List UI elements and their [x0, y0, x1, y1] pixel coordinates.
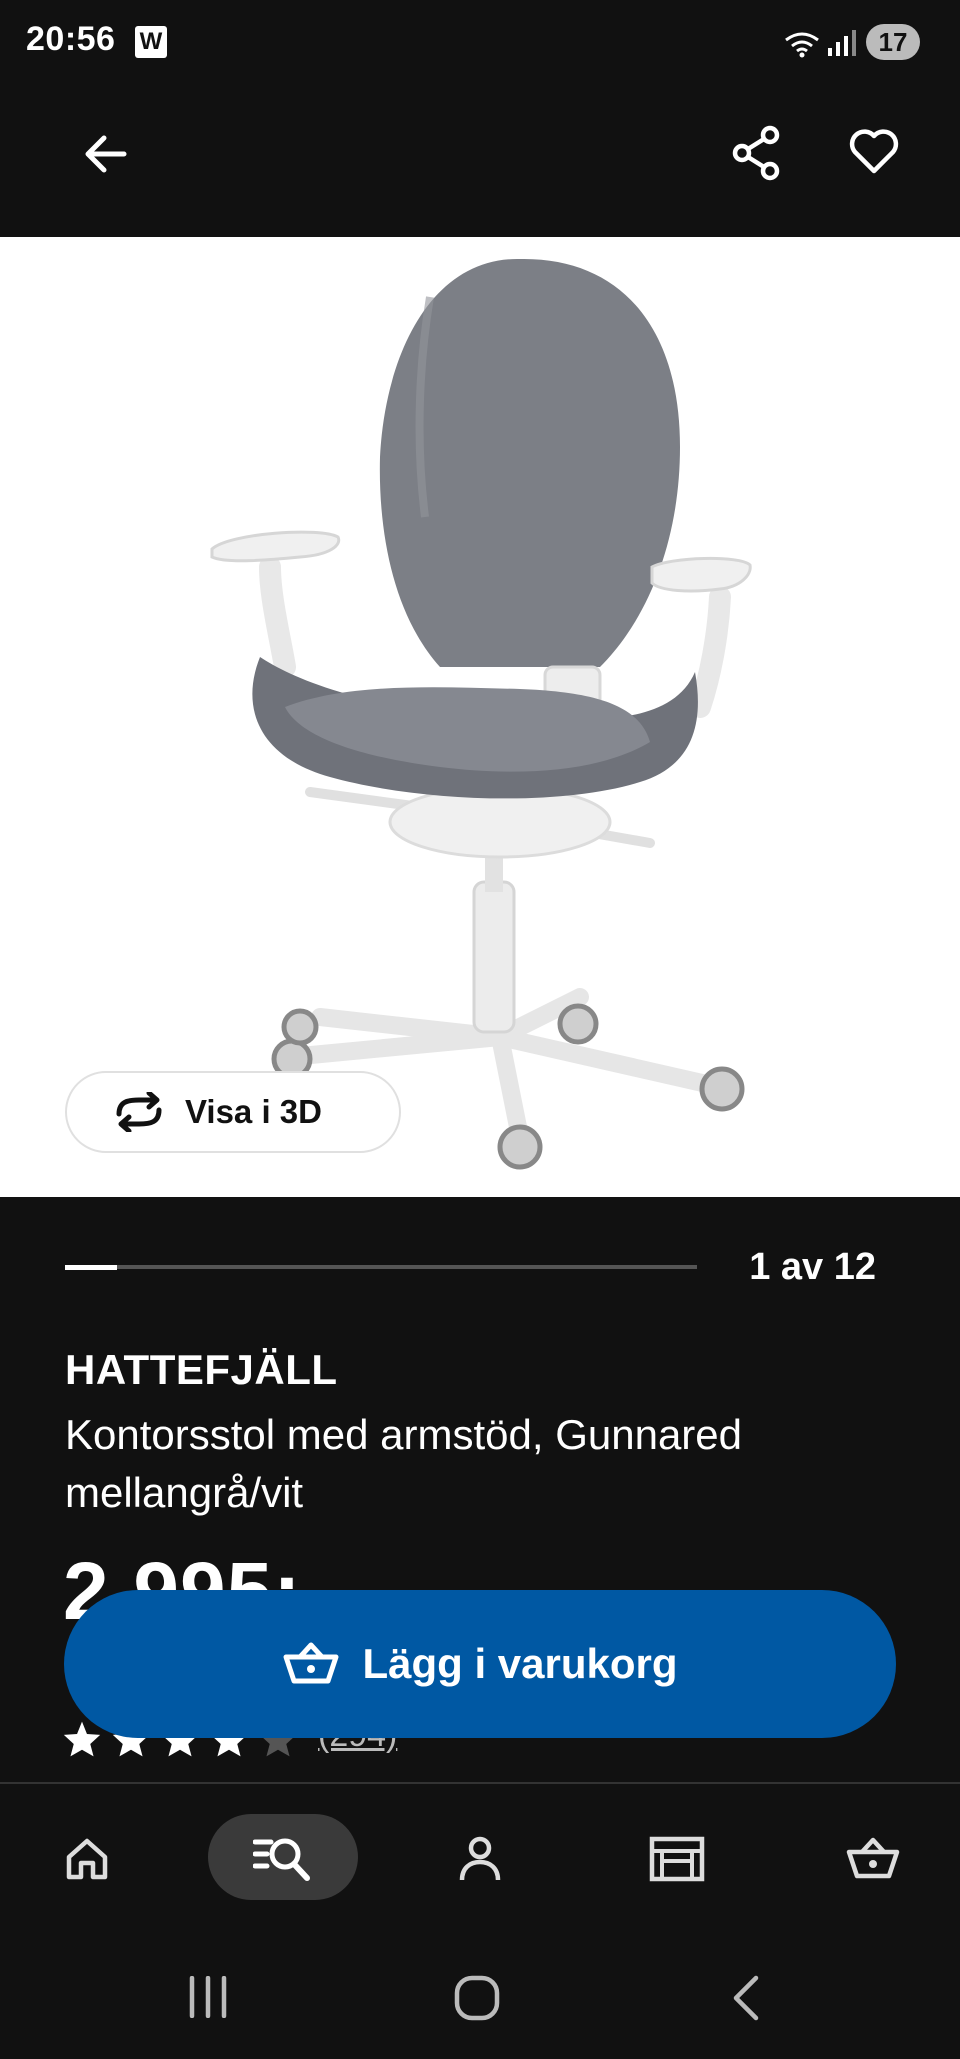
- product-description: Kontorsstol med armstöd, Gunnared mellan…: [65, 1411, 743, 1516]
- add-to-cart-label: Lägg i varukorg: [362, 1640, 678, 1687]
- status-bar: 20:56 W 17: [0, 0, 960, 85]
- star-icon: [63, 1721, 101, 1757]
- person-icon: [459, 1836, 501, 1881]
- basket-icon: [846, 1837, 900, 1879]
- share-icon[interactable]: [732, 125, 782, 181]
- battery-indicator: 17: [866, 24, 920, 60]
- rotate-3d-icon: [116, 1092, 162, 1132]
- system-nav-bar: [0, 1934, 960, 2059]
- basket-icon: [283, 1642, 339, 1684]
- office-chair-image: [210, 258, 752, 1170]
- arrow-left-icon[interactable]: [80, 129, 130, 179]
- view-3d-button[interactable]: Visa i 3D: [65, 1071, 401, 1153]
- nav-profile[interactable]: [405, 1784, 555, 1934]
- home-icon: [66, 1838, 108, 1880]
- add-to-cart-button[interactable]: Lägg i varukorg: [64, 1590, 896, 1738]
- wifi-icon: [785, 32, 819, 58]
- gallery-counter: 1 av 12: [749, 1246, 876, 1288]
- nav-cart[interactable]: [798, 1784, 948, 1934]
- heart-icon[interactable]: [848, 127, 900, 175]
- status-time: 20:56: [26, 20, 116, 58]
- bottom-nav: [0, 1784, 960, 1934]
- nav-search[interactable]: [208, 1784, 358, 1934]
- recent-apps-icon[interactable]: [186, 1976, 230, 2018]
- nav-home[interactable]: [12, 1784, 162, 1934]
- product-image[interactable]: [0, 237, 960, 1197]
- back-button-icon[interactable]: [728, 1974, 764, 2022]
- store-icon: [649, 1836, 705, 1882]
- gallery-progress-track: [65, 1265, 697, 1269]
- home-button-icon[interactable]: [454, 1975, 500, 2021]
- product-name: HATTEFJÄLL: [65, 1346, 338, 1393]
- gallery-progress-fill: [65, 1265, 117, 1270]
- search-list-icon: [253, 1838, 310, 1881]
- app-bar: [0, 85, 960, 237]
- view-3d-label: Visa i 3D: [185, 1093, 322, 1130]
- signal-icon: [828, 30, 856, 56]
- nav-stores[interactable]: [602, 1784, 752, 1934]
- notification-icon: W: [135, 26, 167, 58]
